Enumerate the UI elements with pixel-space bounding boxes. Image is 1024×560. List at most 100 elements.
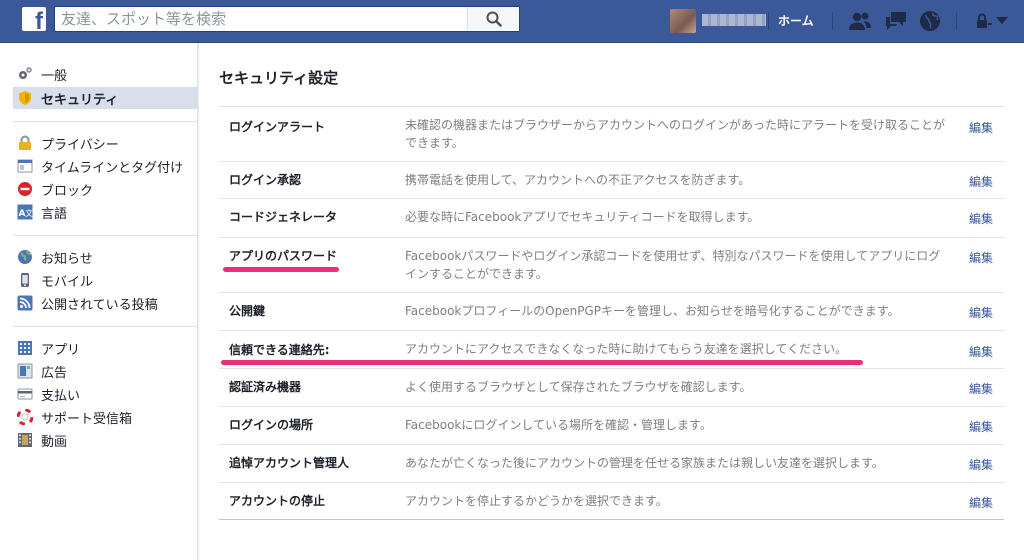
edit-button[interactable]: 編集: [969, 210, 993, 227]
setting-row-deactivate-account[interactable]: アカウントの停止 アカウントを停止するかどうかを選択できます。 編集: [219, 483, 1004, 519]
sidebar-item-notifications[interactable]: お知らせ: [13, 246, 197, 268]
setting-row-login-approvals[interactable]: ログイン承認 携帯電話を使用して、アカウントへの不正アクセスを防ぎます。 編集: [219, 162, 1004, 199]
sidebar-item-label: セキュリティ: [41, 92, 119, 108]
top-bar: f ホーム: [0, 0, 1024, 43]
setting-description: アカウントにアクセスできなくなった時に助けてもらう友達を選択してください。: [405, 342, 848, 356]
setting-label: 公開鍵: [229, 304, 266, 318]
sidebar-item-label: 公開されている投稿: [41, 297, 158, 313]
language-icon: A文: [17, 204, 33, 220]
setting-label: ログインアラート: [229, 120, 326, 134]
setting-label: アカウントの停止: [229, 494, 326, 508]
edit-button[interactable]: 編集: [969, 418, 993, 435]
home-link[interactable]: ホーム: [778, 12, 814, 29]
setting-label: 信頼できる連絡先:: [229, 343, 330, 357]
divider: [832, 12, 833, 30]
sidebar-item-privacy[interactable]: プライバシー: [13, 132, 197, 154]
security-settings-list: ログインアラート 未確認の機器またはブラウザーからアカウントへのログインがあった…: [219, 106, 1004, 520]
setting-row-app-passwords[interactable]: アプリのパスワード Facebookパスワードやログイン承認コードを使用せず、特…: [219, 238, 1004, 293]
sidebar-item-videos[interactable]: 動画: [13, 429, 197, 451]
video-icon: [17, 432, 33, 448]
setting-description: アカウントを停止するかどうかを選択できます。: [405, 494, 668, 508]
sidebar-item-label: 広告: [41, 365, 68, 381]
edit-button[interactable]: 編集: [969, 249, 993, 266]
globe-icon[interactable]: [918, 10, 942, 32]
sidebar-item-payments[interactable]: 支払い: [13, 383, 197, 405]
setting-row-code-generator[interactable]: コードジェネレータ 必要な時にFacebookアプリでセキュリティコードを取得し…: [219, 199, 1004, 238]
sidebar-item-label: 支払い: [41, 388, 81, 404]
sidebar-item-general[interactable]: 一般: [13, 63, 197, 85]
sidebar-divider: [13, 326, 197, 327]
edit-button[interactable]: 編集: [969, 304, 993, 321]
search-button[interactable]: [467, 7, 519, 31]
mobile-icon: [17, 272, 33, 288]
gear-icon: [17, 66, 33, 82]
search-icon: [486, 11, 502, 27]
sidebar-item-block[interactable]: ブロック: [13, 178, 197, 200]
block-icon: [17, 181, 33, 197]
sidebar-item-label: タイムラインとタグ付け: [41, 160, 184, 176]
main-content: セキュリティ設定 ログインアラート 未確認の機器またはブラウザーからアカウントへ…: [199, 43, 1024, 560]
facebook-logo[interactable]: f: [22, 7, 46, 34]
user-name[interactable]: [702, 14, 766, 26]
setting-label: アプリのパスワード: [229, 249, 338, 263]
edit-button[interactable]: 編集: [969, 343, 993, 360]
setting-description: Facebookパスワードやログイン承認コードを使用せず、特別なパスワードを使用…: [405, 249, 941, 281]
edit-button[interactable]: 編集: [969, 119, 993, 136]
sidebar-divider: [13, 121, 197, 122]
messages-icon[interactable]: [884, 10, 908, 32]
sidebar-item-label: お知らせ: [41, 251, 93, 267]
setting-row-where-logged-in[interactable]: ログインの場所 Facebookにログインしている場所を確認・管理します。 編集: [219, 407, 1004, 445]
sidebar-item-security[interactable]: セキュリティ: [13, 87, 197, 109]
sidebar-item-label: 動画: [41, 434, 68, 450]
sidebar-item-apps[interactable]: アプリ: [13, 337, 197, 359]
setting-description: 必要な時にFacebookアプリでセキュリティコードを取得します。: [405, 210, 760, 224]
globe-icon: [17, 249, 33, 265]
friends-icon[interactable]: [848, 10, 872, 32]
setting-row-public-key[interactable]: 公開鍵 FacebookプロフィールのOpenPGPキーを管理し、お知らせを暗号…: [219, 293, 1004, 331]
sidebar-item-mobile[interactable]: モバイル: [13, 269, 197, 291]
lock-icon: [17, 135, 33, 151]
setting-label: コードジェネレータ: [229, 210, 338, 224]
avatar[interactable]: [670, 9, 696, 33]
sidebar-item-support-inbox[interactable]: サポート受信箱: [13, 406, 197, 428]
sidebar-item-ads[interactable]: 広告: [13, 360, 197, 382]
setting-description: よく使用するブラウザとして保存されたブラウザを確認します。: [405, 380, 752, 394]
shield-icon: [17, 90, 33, 106]
sidebar-item-label: モバイル: [41, 274, 94, 290]
highlight-underline: [221, 360, 863, 365]
setting-row-login-alerts[interactable]: ログインアラート 未確認の機器またはブラウザーからアカウントへのログインがあった…: [219, 107, 1004, 162]
setting-description: Facebookにログインしている場所を確認・管理します。: [405, 418, 712, 432]
edit-button[interactable]: 編集: [969, 173, 993, 190]
edit-button[interactable]: 編集: [969, 494, 993, 511]
setting-label: ログイン承認: [229, 173, 302, 187]
setting-description: 携帯電話を使用して、アカウントへの不正アクセスを防ぎます。: [405, 173, 751, 187]
apps-icon: [17, 340, 33, 356]
page-title: セキュリティ設定: [219, 69, 339, 87]
setting-row-legacy-contact[interactable]: 追悼アカウント管理人 あなたが亡くなった後にアカウントの管理を任せる家族または親…: [219, 445, 1004, 483]
setting-label: ログインの場所: [229, 418, 314, 432]
edit-button[interactable]: 編集: [969, 456, 993, 473]
sidebar-item-label: プライバシー: [41, 137, 119, 153]
sidebar-divider: [13, 235, 197, 236]
lock-icon[interactable]: [972, 10, 996, 32]
setting-label: 追悼アカウント管理人: [229, 456, 350, 470]
support-icon: [17, 409, 33, 425]
highlight-underline: [223, 267, 339, 272]
setting-row-trusted-contacts[interactable]: 信頼できる連絡先: アカウントにアクセスできなくなった時に助けてもらう友達を選択…: [219, 331, 1004, 369]
divider: [956, 12, 957, 30]
timeline-icon: [17, 158, 33, 174]
search-input[interactable]: [61, 9, 471, 29]
setting-description: あなたが亡くなった後にアカウントの管理を任せる家族または親しい友達を選択します。: [405, 456, 884, 470]
setting-description: FacebookプロフィールのOpenPGPキーを管理し、お知らせを暗号化するこ…: [405, 304, 900, 318]
edit-button[interactable]: 編集: [969, 380, 993, 397]
sidebar-item-public-posts[interactable]: 公開されている投稿: [13, 292, 197, 314]
search-box: [54, 6, 520, 32]
setting-description: 未確認の機器またはブラウザーからアカウントへのログインがあった時にアラートを受け…: [405, 118, 946, 150]
sidebar-item-timeline-tagging[interactable]: タイムラインとタグ付け: [13, 155, 197, 177]
setting-row-recognized-devices[interactable]: 認証済み機器 よく使用するブラウザとして保存されたブラウザを確認します。 編集: [219, 369, 1004, 407]
sidebar-item-language[interactable]: A文 言語: [13, 201, 197, 223]
settings-sidebar: 一般 セキュリティ プライバシー タイムラインとタグ付け ブロック A文 言語: [0, 43, 198, 560]
chevron-down-icon[interactable]: [994, 10, 1010, 32]
sidebar-item-label: アプリ: [41, 342, 81, 358]
setting-label: 認証済み機器: [229, 380, 302, 394]
